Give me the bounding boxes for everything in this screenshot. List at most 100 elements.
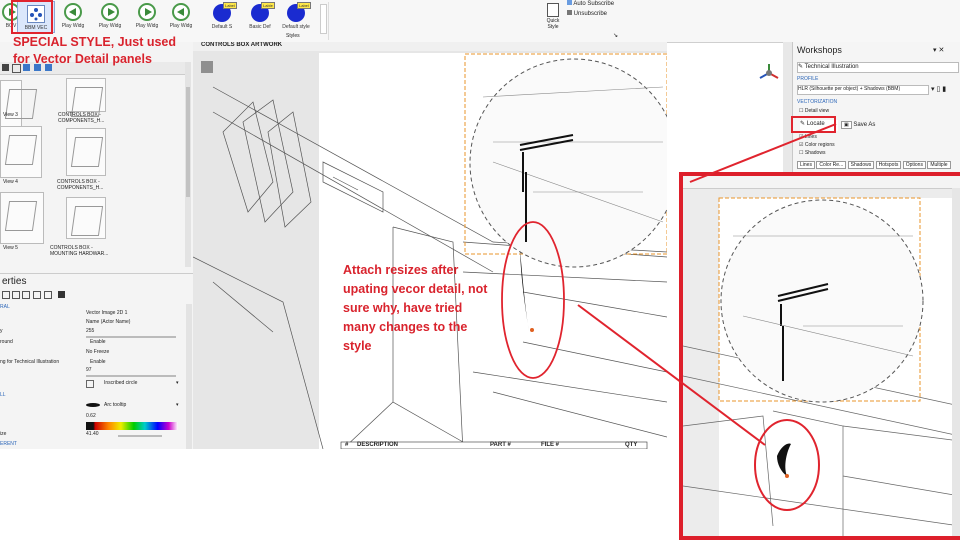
rewind-icon: [64, 3, 82, 21]
view-label: View 4: [3, 179, 18, 185]
view-title: CONTROLS BOX - COMPONENTS_H...: [57, 179, 104, 191]
inset-callout-arc: [777, 443, 791, 476]
tab-color-regions[interactable]: Color Re...: [816, 161, 847, 169]
profile-label: PROFILE: [797, 76, 819, 82]
locate-highlight: [791, 116, 836, 133]
styles-gallery-scroll[interactable]: [320, 4, 327, 34]
vector-tabs: Lines Color Re... Shadows Hotspots Optio…: [797, 161, 959, 171]
section-callout: LL: [0, 392, 6, 398]
pencil-icon: ✎: [798, 64, 804, 70]
properties-header: erties: [0, 273, 193, 288]
tool-icon[interactable]: [44, 291, 52, 299]
view-title: CONTROLS BOX - COMPONENTS_H...: [58, 112, 105, 124]
workshop-mode-select[interactable]: ✎ Technical Illustration: [797, 62, 959, 73]
tab-hotspots[interactable]: Hotspots: [875, 161, 902, 169]
subscribe-icon: [567, 0, 572, 5]
special-style-annotation: SPECIAL STYLE, Just used for Vector Deta…: [13, 35, 177, 66]
percent-slider[interactable]: [86, 375, 176, 377]
tool-icon[interactable]: [33, 291, 41, 299]
play-icon: [138, 3, 156, 21]
pin-icon[interactable]: ▾ ✕: [933, 46, 944, 54]
actor-name-value: Vector Image 2D 1: [86, 310, 128, 316]
ribbon-divider: [328, 2, 329, 40]
tool-icon[interactable]: [2, 64, 9, 71]
view-thumbnail-4[interactable]: [0, 126, 42, 178]
style-basic-def[interactable]: Lable Basic Def: [241, 2, 279, 34]
rewind-icon: [172, 3, 190, 21]
section-reference: ERENT: [0, 441, 17, 447]
view-thumbnail-3-doc[interactable]: [66, 78, 106, 112]
play-widget-button-4[interactable]: Play Widg: [164, 2, 198, 32]
attach-resize-annotation: Attach resizes after upating vecor detai…: [343, 263, 488, 353]
properties-scrollbar[interactable]: [186, 304, 192, 449]
play-widget-button-2[interactable]: Play Widg: [93, 2, 127, 32]
navigation-gizmo-icon[interactable]: [758, 62, 780, 84]
lines-checkbox[interactable]: ☑ Lines: [799, 134, 817, 140]
workshops-panel: Workshops ▾ ✕ ✎ Technical Illustration P…: [792, 42, 960, 172]
view-thumbnail-4-doc[interactable]: [66, 128, 106, 176]
machine-drawing: [193, 53, 667, 449]
view-thumbnail-3[interactable]: [0, 80, 22, 132]
save-icon: ▣: [841, 121, 852, 129]
tab-lines[interactable]: Lines: [797, 161, 815, 169]
prop-row[interactable]: round Enable: [0, 339, 186, 348]
unsubscribe-icon: [567, 10, 572, 15]
grid-icon[interactable]: [58, 291, 65, 298]
scroll-thumb[interactable]: [186, 87, 190, 197]
zoomed-inset: [679, 172, 960, 540]
views-scrollbar[interactable]: [185, 62, 191, 267]
detail-view-checkbox[interactable]: ☐ Detail view: [799, 108, 829, 114]
shadows-checkbox[interactable]: ☐ Shadows: [799, 150, 825, 156]
play-widget-button-3[interactable]: Play Widg: [130, 2, 164, 32]
ribbon-launcher-icon[interactable]: ↘: [613, 32, 618, 39]
dropdown-arrow-icon[interactable]: ▾: [176, 380, 179, 386]
inset-scrollbar[interactable]: [952, 188, 960, 536]
section-general: RAL: [0, 304, 10, 310]
tool-icon[interactable]: [22, 291, 30, 299]
shape-icon: [86, 380, 94, 388]
callout-type-row[interactable]: Arc tooltip ▾: [0, 402, 186, 411]
tab-shadows[interactable]: Shadows: [847, 161, 875, 169]
view-thumbnail-5[interactable]: [0, 192, 44, 244]
view-label: View 3: [3, 112, 18, 118]
opacity-slider[interactable]: [86, 336, 176, 338]
unsubscribe-button[interactable]: Unsubscribe: [567, 10, 607, 17]
profile-select[interactable]: HLR (Silhouette per object) + Shadows (B…: [797, 85, 929, 95]
profile-tools-icon[interactable]: ▾ ▯ ▮: [931, 85, 946, 93]
view-label: View 5: [3, 245, 18, 251]
dropdown-arrow-icon[interactable]: ▾: [176, 402, 179, 408]
workshops-title: Workshops: [797, 45, 842, 55]
play-widget-button-1[interactable]: Play Widg: [56, 2, 90, 32]
tool-icon[interactable]: [12, 291, 20, 299]
view-title: CONTROLS BOX - MOUNTING HARDWAR...: [50, 245, 109, 257]
detail-circle: [469, 58, 667, 268]
style-default-style[interactable]: Label Default style: [277, 2, 315, 34]
styles-group-label: Styles: [286, 33, 300, 39]
style-default-s[interactable]: Label Default S: [203, 2, 241, 34]
size-row[interactable]: ize 41.40: [0, 431, 186, 440]
brush-icon: [547, 3, 559, 17]
properties-toolbar: [0, 290, 193, 300]
inset-detail-circle: [720, 199, 924, 403]
prop-row[interactable]: 0.62: [0, 413, 186, 422]
left-panel: View 3 CONTROLS BOX - COMPONENTS_H... Vi…: [0, 42, 194, 449]
color-picker[interactable]: [86, 422, 178, 430]
size-slider[interactable]: [118, 435, 162, 437]
inset-red-ellipse: [754, 419, 820, 511]
prop-row[interactable]: Name (Actor Name): [0, 319, 186, 328]
view-thumbnail-5-doc[interactable]: [66, 197, 106, 239]
tool-icon[interactable]: [2, 291, 10, 299]
color-regions-checkbox[interactable]: ☑ Color regions: [799, 142, 835, 148]
inset-drawing: [683, 197, 960, 536]
prop-row[interactable]: Inscribed circle ▾: [0, 380, 186, 389]
quick-style-button[interactable]: Quick Style: [543, 1, 563, 41]
save-as-button[interactable]: ▣ Save As: [841, 121, 875, 129]
tab-options[interactable]: Options: [902, 161, 926, 169]
vectorization-label: VECTORIZATION: [797, 99, 838, 105]
tab-multiple[interactable]: Multiple: [927, 161, 951, 169]
viewport-canvas[interactable]: CONTROLS BOX ARTWORK # DESCRIPTION PART …: [193, 42, 667, 449]
arc-tooltip-icon: [86, 403, 100, 407]
special-style-highlight: [11, 0, 53, 34]
auto-subscribe-button[interactable]: Auto Subscribe: [567, 0, 614, 7]
prop-row[interactable]: No Freeze: [0, 349, 186, 358]
